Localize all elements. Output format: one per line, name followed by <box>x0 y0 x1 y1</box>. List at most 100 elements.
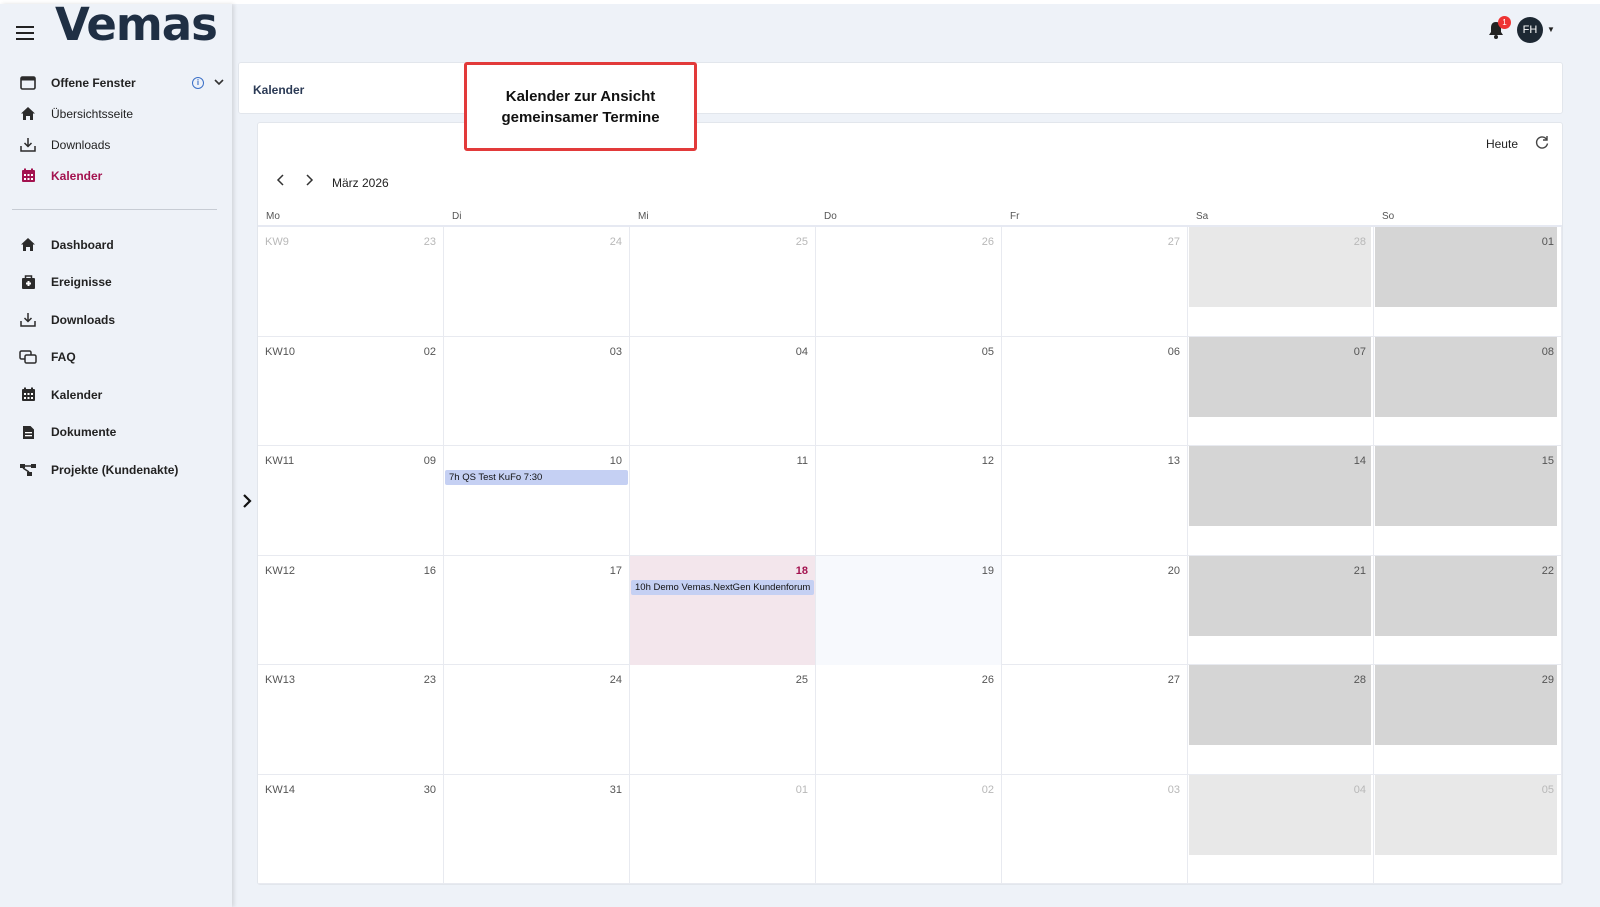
calendar-day-cell[interactable]: KW14 30 <box>258 774 444 884</box>
calendar-day-cell[interactable]: 11 <box>630 446 816 555</box>
calendar-week-row: KW11 09 10 7h QS Test KuFo 7:30 11 12 13 14 15 <box>258 446 1562 556</box>
calendar-icon <box>19 386 37 404</box>
sidebar-item-calendar[interactable]: Kalender <box>0 160 232 191</box>
calendar-week-row: KW9 23 24 25 26 27 28 01 <box>258 227 1562 337</box>
calendar-day-cell[interactable]: 01 <box>1374 227 1562 336</box>
weekend-shade <box>1375 446 1557 526</box>
refresh-icon[interactable] <box>1534 134 1550 155</box>
week-number: KW9 <box>265 236 289 248</box>
calendar-day-cell[interactable]: 13 <box>1002 446 1188 555</box>
weekday-header: Di <box>452 211 462 222</box>
calendar-day-cell[interactable]: 01 <box>630 774 816 884</box>
info-icon[interactable]: i <box>192 76 204 89</box>
weekend-shade <box>1189 336 1371 417</box>
today-button[interactable]: Heute <box>1486 137 1518 151</box>
sidebar-item-label: Übersichtsseite <box>51 106 134 121</box>
calendar-day-cell[interactable]: 18 10h Demo Vemas.NextGen Kundenforum <box>630 555 816 665</box>
calendar-day-cell[interactable]: 22 <box>1374 555 1562 665</box>
day-number: 28 <box>1353 236 1366 248</box>
sidebar-item-dashboard[interactable]: Dashboard <box>0 226 232 264</box>
calendar-day-cell[interactable]: 28 <box>1188 665 1374 774</box>
week-number: KW12 <box>265 564 295 577</box>
calendar-day-cell[interactable]: 20 <box>1002 555 1188 665</box>
sidebar-item-label: Downloads <box>51 312 116 327</box>
day-number: 17 <box>609 564 622 577</box>
calendar-day-cell[interactable]: 15 <box>1374 446 1562 555</box>
sidebar-item-faq[interactable]: FAQ <box>0 339 232 377</box>
day-number: 05 <box>981 345 994 358</box>
day-number: 25 <box>795 236 808 248</box>
sidebar-item-label: Dashboard <box>51 237 114 252</box>
sidebar-item-downloads-main[interactable]: Downloads <box>0 301 232 339</box>
calendar-day-cell[interactable]: 07 <box>1188 336 1374 446</box>
sidebar-item-label: Ereignisse <box>51 275 112 290</box>
sidebar-item-open-windows[interactable]: Offene Fenster i <box>0 67 232 98</box>
week-number: KW13 <box>265 674 295 686</box>
calendar-day-cell[interactable]: 28 <box>1188 227 1374 336</box>
calendar-day-cell[interactable]: 25 <box>630 227 816 336</box>
day-number: 03 <box>1167 783 1180 796</box>
day-number: 09 <box>423 455 436 467</box>
sidebar: Vemas Offene Fenster i Übersichtsseite D… <box>0 0 232 907</box>
calendar-day-cell[interactable]: 08 <box>1374 336 1562 446</box>
calendar-day-cell[interactable]: KW12 16 <box>258 555 444 665</box>
chevron-right-icon[interactable] <box>242 493 252 514</box>
calendar-event[interactable]: 10h Demo Vemas.NextGen Kundenforum <box>631 579 814 595</box>
calendar-day-cell[interactable]: 12 <box>816 446 1002 555</box>
caret-down-icon[interactable]: ▼ <box>1547 25 1555 34</box>
calendar-day-cell[interactable]: KW11 09 <box>258 446 444 555</box>
calendar-day-cell[interactable]: 14 <box>1188 446 1374 555</box>
project-icon <box>19 461 37 479</box>
next-month-button[interactable] <box>304 173 314 190</box>
sidebar-item-calendar-main[interactable]: Kalender <box>0 376 232 414</box>
calendar-day-cell[interactable]: 02 <box>816 774 1002 884</box>
calendar-day-cell[interactable]: 29 <box>1374 665 1562 774</box>
calendar-day-cell[interactable]: 24 <box>444 227 630 336</box>
week-number: KW11 <box>265 455 295 467</box>
day-number: 30 <box>423 783 436 796</box>
sidebar-item-projects[interactable]: Projekte (Kundenakte) <box>0 451 232 489</box>
calendar-day-cell[interactable]: 21 <box>1188 555 1374 665</box>
day-number: 29 <box>1541 674 1554 686</box>
day-number: 01 <box>1541 236 1554 248</box>
day-number: 07 <box>1353 345 1366 358</box>
calendar-day-cell[interactable]: 04 <box>630 336 816 446</box>
menu-icon[interactable] <box>16 26 34 42</box>
calendar-day-cell[interactable]: 26 <box>816 665 1002 774</box>
calendar-day-cell[interactable]: 04 <box>1188 774 1374 884</box>
day-number: 18 <box>795 564 808 577</box>
sidebar-item-overview[interactable]: Übersichtsseite <box>0 98 232 129</box>
calendar-day-cell[interactable]: KW9 23 <box>258 227 444 336</box>
chevron-down-icon[interactable] <box>214 77 224 89</box>
sidebar-item-label: Downloads <box>51 137 111 152</box>
day-number: 04 <box>1353 783 1366 796</box>
calendar-day-cell[interactable]: 05 <box>816 336 1002 446</box>
calendar-day-cell[interactable]: 03 <box>1002 774 1188 884</box>
calendar-day-cell[interactable]: 27 <box>1002 227 1188 336</box>
calendar-event[interactable]: 7h QS Test KuFo 7:30 <box>445 470 628 485</box>
prev-month-button[interactable] <box>276 173 286 190</box>
avatar[interactable]: FH <box>1517 17 1543 43</box>
calendar-icon <box>19 167 37 185</box>
calendar-day-cell[interactable]: 17 <box>444 555 630 665</box>
calendar-day-cell[interactable]: 26 <box>816 227 1002 336</box>
calendar-day-cell[interactable]: 25 <box>630 665 816 774</box>
weekend-shade <box>1375 774 1557 855</box>
calendar-day-cell[interactable]: 31 <box>444 774 630 884</box>
download-icon <box>19 136 37 154</box>
calendar-day-cell[interactable]: 27 <box>1002 665 1188 774</box>
day-number: 08 <box>1541 345 1554 358</box>
calendar-day-cell[interactable]: KW13 23 <box>258 665 444 774</box>
day-number: 03 <box>609 345 622 358</box>
sidebar-item-downloads[interactable]: Downloads <box>0 129 232 160</box>
calendar-day-cell[interactable]: 24 <box>444 665 630 774</box>
sidebar-item-events[interactable]: Ereignisse <box>0 264 232 302</box>
calendar-day-cell[interactable]: 19 <box>816 555 1002 665</box>
calendar-day-cell[interactable]: 06 <box>1002 336 1188 446</box>
calendar-day-cell[interactable]: 10 7h QS Test KuFo 7:30 <box>444 446 630 555</box>
calendar-day-cell[interactable]: 05 <box>1374 774 1562 884</box>
sidebar-item-documents[interactable]: Dokumente <box>0 414 232 452</box>
calendar-day-cell[interactable]: 03 <box>444 336 630 446</box>
weekend-shade <box>1375 665 1557 745</box>
calendar-day-cell[interactable]: KW10 02 <box>258 336 444 446</box>
